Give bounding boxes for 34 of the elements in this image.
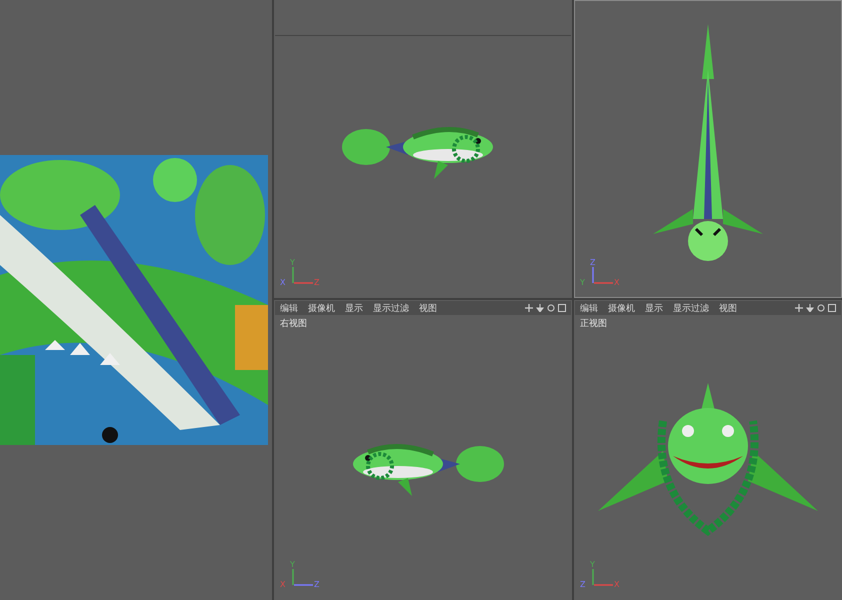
menu-item[interactable]: 显示过滤 (673, 302, 709, 314)
axis-label: Z (314, 279, 320, 287)
menu-item[interactable]: 显示过滤 (373, 302, 409, 314)
maximize-icon[interactable] (828, 304, 836, 312)
down-arrow-icon[interactable] (806, 304, 814, 312)
axis-label: Y (290, 561, 295, 569)
viewport-title: 正视图 (579, 318, 608, 331)
axis-label: X (614, 279, 620, 287)
menu-item[interactable]: 编辑 (280, 302, 298, 314)
viewport-title: 右视图 (279, 318, 308, 331)
axis-label: Z (590, 259, 596, 267)
axis-label: Z (314, 581, 320, 589)
viewport-panel[interactable]: 编辑 摄像机 显示 显示过滤 视图 右视图 Y X Z (274, 300, 572, 600)
axis-label: Y (290, 259, 295, 267)
menu-item[interactable]: 摄像机 (308, 302, 335, 314)
menu-item[interactable]: 摄像机 (608, 302, 635, 314)
axis-label: Y (590, 561, 595, 569)
axis-label: X (280, 279, 286, 287)
menu-item[interactable]: 视图 (419, 302, 437, 314)
rotate-icon[interactable] (547, 304, 555, 312)
menu-item[interactable]: 视图 (719, 302, 737, 314)
axis-label: X (614, 581, 620, 589)
viewport-panel[interactable]: 编辑 摄像机 显示 显示过滤 视图 正视图 Y Z X (574, 300, 842, 600)
maximize-icon[interactable] (558, 304, 566, 312)
move-icon[interactable] (525, 304, 533, 312)
menu-item[interactable]: 显示 (345, 302, 363, 314)
down-arrow-icon[interactable] (536, 304, 544, 312)
menu-item[interactable]: 编辑 (580, 302, 598, 314)
move-icon[interactable] (795, 304, 803, 312)
rotate-icon[interactable] (817, 304, 825, 312)
axis-label: Y (580, 279, 585, 287)
menu-item[interactable]: 显示 (645, 302, 663, 314)
axis-label: Z (580, 581, 586, 589)
axis-label: X (280, 581, 286, 589)
